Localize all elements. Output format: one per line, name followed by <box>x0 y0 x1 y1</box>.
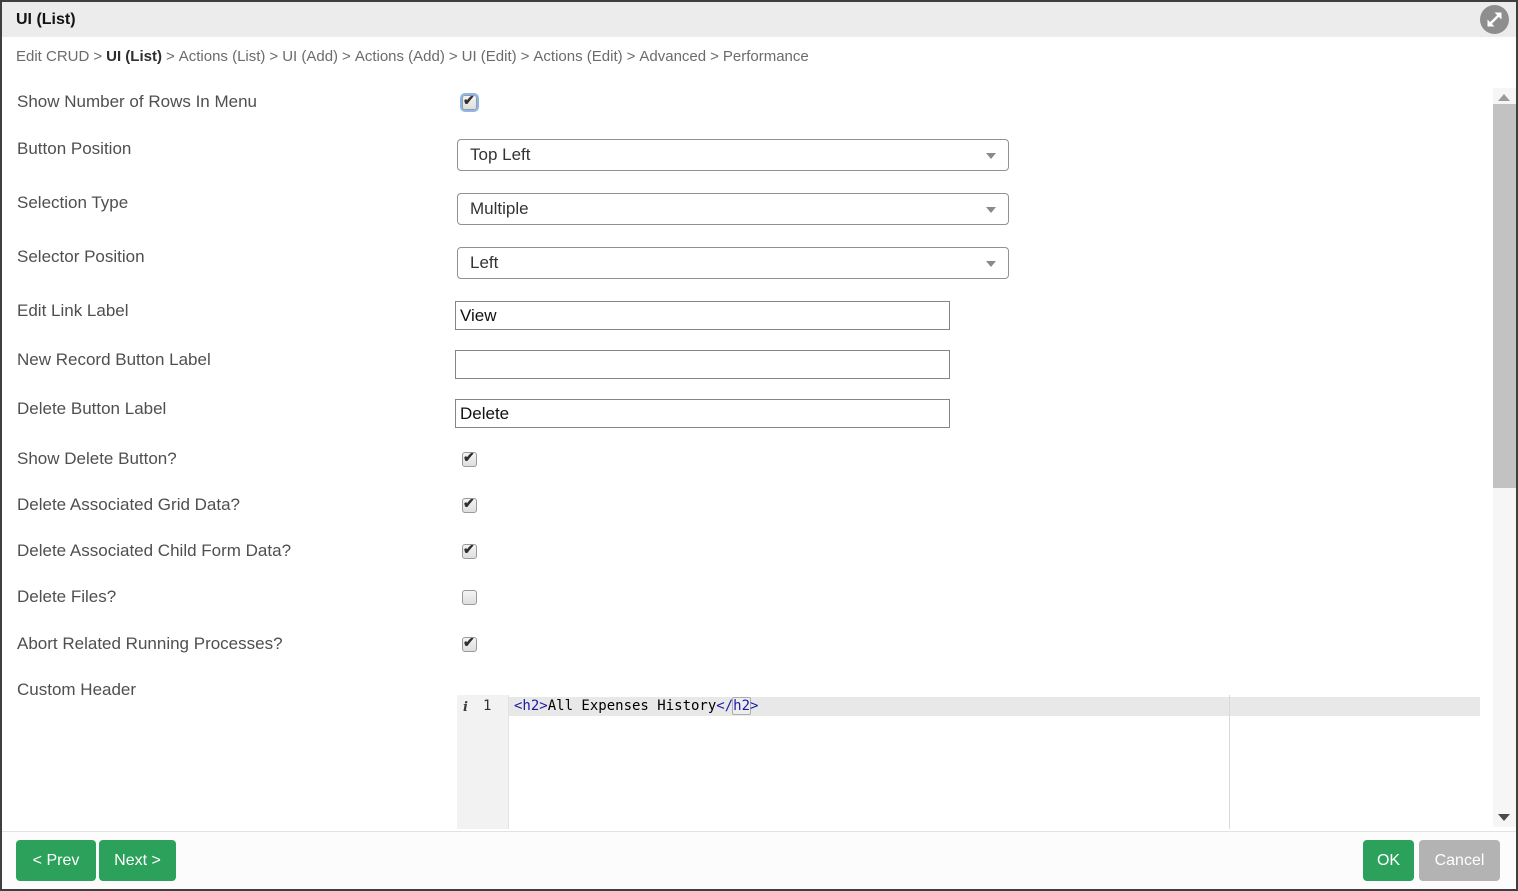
code-close-tag-open: </ <box>716 698 733 714</box>
checkbox-delete-child-form-data[interactable] <box>462 544 477 559</box>
label-delete-child-form-data: Delete Associated Child Form Data? <box>17 541 291 561</box>
ok-button[interactable]: OK <box>1363 840 1414 881</box>
select-button-position-value: Top Left <box>470 145 531 164</box>
select-selection-type-value: Multiple <box>470 199 529 218</box>
editor-ruler-line <box>1229 695 1230 829</box>
title-bar: UI (List) <box>2 2 1516 37</box>
breadcrumb-separator: > <box>342 48 351 65</box>
label-abort-processes: Abort Related Running Processes? <box>17 634 283 654</box>
label-delete-files: Delete Files? <box>17 587 116 607</box>
chevron-down-icon <box>986 153 996 159</box>
cancel-button[interactable]: Cancel <box>1419 840 1500 881</box>
checkbox-show-number-of-rows[interactable] <box>462 95 477 110</box>
breadcrumb-separator: > <box>93 48 102 65</box>
breadcrumb-separator: > <box>521 48 530 65</box>
select-selection-type[interactable]: Multiple <box>457 193 1009 225</box>
scrollbar-thumb[interactable] <box>1493 104 1516 488</box>
checkbox-abort-processes[interactable] <box>462 637 477 652</box>
label-delete-grid-data: Delete Associated Grid Data? <box>17 495 240 515</box>
prev-button[interactable]: < Prev <box>16 840 96 881</box>
label-new-record-button-label: New Record Button Label <box>17 350 211 370</box>
input-edit-link-label[interactable] <box>455 301 950 330</box>
label-button-position: Button Position <box>17 139 131 159</box>
checkbox-delete-files[interactable] <box>462 590 477 605</box>
chevron-down-icon <box>986 261 996 267</box>
breadcrumb-advanced[interactable]: Advanced <box>639 48 706 65</box>
breadcrumb-actions-list[interactable]: Actions (List) <box>179 48 266 65</box>
label-selection-type: Selection Type <box>17 193 128 213</box>
label-custom-header: Custom Header <box>17 680 136 700</box>
input-delete-button-label[interactable] <box>455 399 950 428</box>
custom-header-code-editor[interactable]: i 1 <h2>All Expenses History</h2> <box>457 695 1480 829</box>
edit-crud-dialog: UI (List) Edit CRUD>UI (List)>Actions (L… <box>0 0 1518 891</box>
expand-dialog-button[interactable] <box>1480 5 1509 34</box>
scroll-down-arrow-icon[interactable] <box>1498 814 1510 821</box>
scroll-up-arrow-icon[interactable] <box>1498 94 1510 101</box>
select-selector-position[interactable]: Left <box>457 247 1009 279</box>
label-selector-position: Selector Position <box>17 247 145 267</box>
code-close-tag-end: > <box>750 698 758 714</box>
select-button-position[interactable]: Top Left <box>457 139 1009 171</box>
editor-code-line[interactable]: <h2>All Expenses History</h2> <box>514 697 758 716</box>
input-new-record-button-label[interactable] <box>455 350 950 379</box>
code-close-tag-name: h2 <box>732 697 751 715</box>
checkbox-show-delete-button[interactable] <box>462 452 477 467</box>
breadcrumb-ui-list[interactable]: UI (List) <box>106 48 162 65</box>
select-selector-position-value: Left <box>470 253 498 272</box>
breadcrumb-separator: > <box>449 48 458 65</box>
next-button[interactable]: Next > <box>99 840 176 881</box>
breadcrumb-edit-crud[interactable]: Edit CRUD <box>16 48 89 65</box>
code-open-tag: <h2> <box>514 698 548 714</box>
chevron-down-icon <box>986 207 996 213</box>
vertical-scrollbar[interactable] <box>1493 88 1516 827</box>
breadcrumb-separator: > <box>269 48 278 65</box>
footer-bar: < Prev Next > OK Cancel <box>2 831 1516 889</box>
label-show-number-of-rows: Show Number of Rows In Menu <box>17 92 257 112</box>
breadcrumb-separator: > <box>627 48 636 65</box>
breadcrumb-ui-edit[interactable]: UI (Edit) <box>462 48 517 65</box>
breadcrumb-actions-edit[interactable]: Actions (Edit) <box>533 48 622 65</box>
editor-info-icon: i <box>463 698 468 717</box>
label-edit-link-label: Edit Link Label <box>17 301 129 321</box>
label-delete-button-label: Delete Button Label <box>17 399 166 419</box>
page-title: UI (List) <box>16 2 76 37</box>
code-text: All Expenses History <box>548 698 717 714</box>
breadcrumb-separator: > <box>166 48 175 65</box>
breadcrumb-actions-add[interactable]: Actions (Add) <box>355 48 445 65</box>
breadcrumb-ui-add[interactable]: UI (Add) <box>282 48 338 65</box>
editor-line-number: 1 <box>483 697 491 716</box>
breadcrumb-separator: > <box>710 48 719 65</box>
breadcrumb-performance[interactable]: Performance <box>723 48 809 65</box>
label-show-delete-button: Show Delete Button? <box>17 449 177 469</box>
checkbox-delete-grid-data[interactable] <box>462 498 477 513</box>
breadcrumb: Edit CRUD>UI (List)>Actions (List)>UI (A… <box>2 37 1492 71</box>
